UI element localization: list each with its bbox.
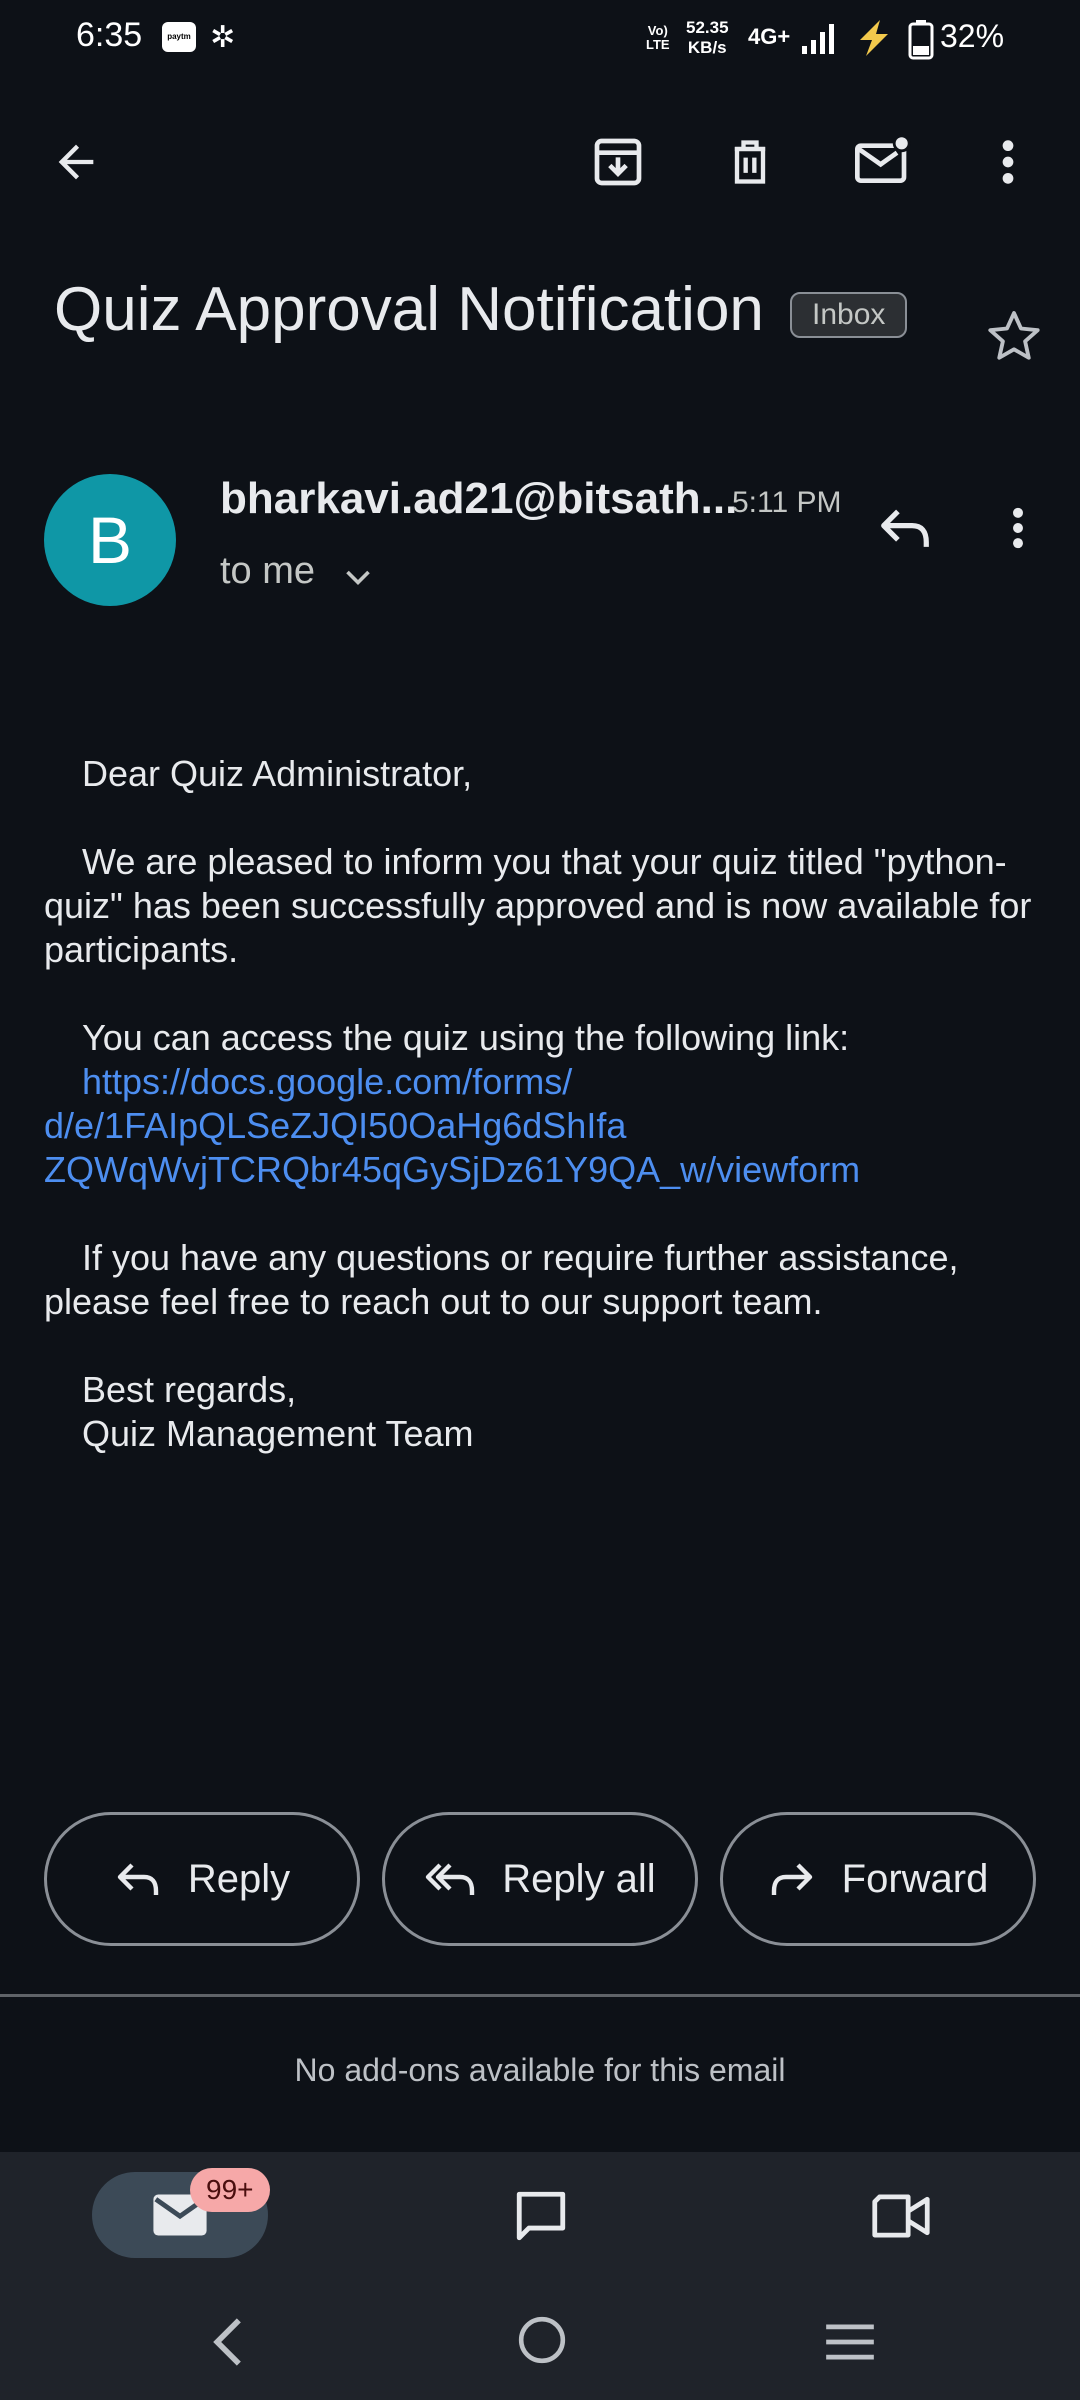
chat-icon [516, 2191, 566, 2241]
reply-icon [117, 1863, 159, 1895]
mail-unread-icon [855, 134, 911, 183]
fan-icon: ✲ [210, 21, 236, 54]
reply-icon [881, 509, 929, 547]
chevron-left-icon [213, 2318, 241, 2366]
divider [0, 1994, 1080, 1997]
reply-button[interactable]: Reply [44, 1812, 360, 1946]
expand-details-button[interactable] [340, 560, 376, 596]
star-icon [988, 311, 1040, 360]
network-type: 4G+ [748, 24, 791, 49]
arrow-back-icon [58, 144, 94, 180]
battery-percent: 32% [940, 18, 1005, 54]
message-more-button[interactable] [990, 496, 1046, 560]
star-button[interactable] [982, 304, 1046, 368]
more-vert-icon [1013, 507, 1023, 549]
status-bar: 6:35 paytm ✲ Vo) LTE 52.35 KB/s 4G+ 32% [0, 0, 1080, 80]
reply-label: Reply [187, 1856, 291, 1901]
nav-meet-tab[interactable] [866, 2184, 936, 2248]
sent-time: 5:11 PM [732, 486, 842, 519]
charging-bolt-icon [860, 20, 888, 56]
home-circle-icon [518, 2316, 566, 2364]
archive-icon [594, 138, 642, 186]
network-speed: 52.35 KB/s [686, 18, 729, 57]
signal-icon [802, 24, 834, 54]
status-time: 6:35 [76, 16, 143, 54]
video-camera-icon [872, 2194, 930, 2238]
avatar[interactable]: B [44, 474, 176, 606]
system-back-button[interactable] [200, 2310, 256, 2374]
nav-chat-tab[interactable] [506, 2184, 576, 2248]
reply-quick-button[interactable] [870, 496, 940, 560]
back-button[interactable] [44, 130, 108, 194]
sender-name[interactable]: bharkavi.ad21@bitsath... [220, 474, 737, 524]
body-paragraph-1: We are pleased to inform you that your q… [44, 841, 1032, 970]
reply-all-button[interactable]: Reply all [382, 1812, 698, 1946]
forward-label: Forward [841, 1856, 989, 1901]
recipient-details[interactable]: to me [220, 550, 315, 593]
email-subject: Quiz Approval Notification [54, 275, 764, 344]
paytm-icon: paytm [162, 22, 196, 52]
forward-icon [771, 1863, 812, 1895]
inbox-label[interactable]: Inbox [790, 292, 908, 338]
sign-off: Best regards, Quiz Management Team [82, 1369, 474, 1454]
body-paragraph-2: You can access the quiz using the follow… [44, 1017, 861, 1190]
system-recents-button[interactable] [820, 2314, 880, 2370]
archive-button[interactable] [586, 130, 650, 194]
more-options-button[interactable] [976, 130, 1040, 194]
email-body: Dear Quiz Administrator, We are pleased … [44, 752, 1034, 1500]
reply-all-icon [426, 1863, 475, 1895]
reply-all-label: Reply all [502, 1856, 656, 1901]
forward-button[interactable]: Forward [720, 1812, 1036, 1946]
menu-icon [826, 2324, 874, 2360]
volte-indicator: Vo) LTE [646, 23, 670, 52]
greeting: Dear Quiz Administrator, [82, 753, 473, 794]
delete-icon [734, 140, 766, 184]
unread-count-badge: 99+ [190, 2168, 270, 2212]
quiz-link[interactable]: https://docs.google.com/forms/d/e/1FAIpQ… [44, 1061, 860, 1190]
mark-unread-button[interactable] [848, 130, 918, 194]
battery-icon [908, 20, 934, 60]
system-home-button[interactable] [510, 2308, 574, 2372]
delete-button[interactable] [718, 130, 782, 194]
addons-message: No add-ons available for this email [294, 2052, 786, 2088]
chevron-down-icon [346, 570, 370, 586]
more-vert-icon [1002, 140, 1014, 184]
body-paragraph-3: If you have any questions or require fur… [44, 1237, 959, 1322]
